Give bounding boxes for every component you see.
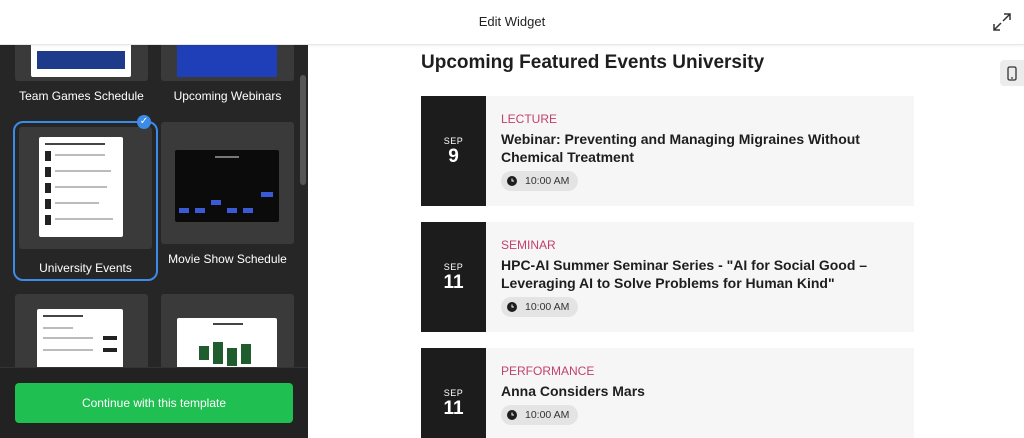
event-card[interactable]: SEP 11 PERFORMANCE Anna Considers Mars 1… — [421, 348, 914, 438]
template-tile-movie-show[interactable]: Movie Show Schedule — [161, 122, 294, 266]
event-time: 10:00 AM — [501, 405, 578, 425]
panel-footer: Continue with this template — [0, 367, 308, 438]
page-title: Edit Widget — [478, 14, 546, 29]
event-month: SEP — [443, 388, 464, 398]
template-label: Team Games Schedule — [19, 89, 144, 103]
template-tile-university-events[interactable]: University Events — [13, 121, 158, 281]
mobile-device-icon — [1007, 66, 1017, 81]
mobile-device-button[interactable] — [1000, 60, 1024, 86]
template-thumbnail — [161, 122, 294, 244]
event-month: SEP — [443, 262, 464, 272]
template-label: Upcoming Webinars — [173, 89, 282, 103]
template-thumbnail — [15, 45, 148, 81]
event-category: SEMINAR — [501, 238, 556, 252]
event-date: SEP 11 — [421, 222, 486, 332]
panel-scrollbar[interactable] — [300, 75, 306, 185]
widget-title: Upcoming Featured Events University — [421, 52, 765, 73]
continue-button[interactable]: Continue with this template — [15, 383, 293, 423]
event-day: 11 — [443, 272, 464, 293]
template-panel: Team Games Schedule Upcoming Webinars Un… — [0, 45, 308, 438]
event-card[interactable]: SEP 9 LECTURE Webinar: Preventing and Ma… — [421, 96, 914, 206]
event-category: LECTURE — [501, 112, 558, 126]
event-day: 9 — [448, 146, 459, 167]
template-thumbnail — [19, 127, 152, 249]
event-time: 10:00 AM — [501, 171, 578, 191]
event-title[interactable]: Webinar: Preventing and Managing Migrain… — [501, 130, 901, 166]
header-bar: Edit Widget — [0, 0, 1024, 45]
event-day: 11 — [443, 398, 464, 419]
template-label: University Events — [39, 261, 132, 275]
template-label: Movie Show Schedule — [168, 252, 287, 266]
check-icon: ✓ — [137, 115, 151, 129]
event-time-text: 10:00 AM — [525, 409, 570, 421]
template-tile-upcoming-webinars[interactable]: Upcoming Webinars — [161, 45, 294, 103]
event-card[interactable]: SEP 11 SEMINAR HPC-AI Summer Seminar Ser… — [421, 222, 914, 332]
event-time: 10:00 AM — [501, 297, 578, 317]
event-title[interactable]: HPC-AI Summer Seminar Series - "AI for S… — [501, 256, 901, 292]
event-time-text: 10:00 AM — [525, 175, 570, 187]
clock-icon — [507, 302, 517, 312]
event-time-text: 10:00 AM — [525, 301, 570, 313]
expand-icon[interactable] — [992, 12, 1012, 32]
template-tile-team-games[interactable]: Team Games Schedule — [15, 45, 148, 103]
event-date: SEP 11 — [421, 348, 486, 438]
event-category: PERFORMANCE — [501, 364, 595, 378]
clock-icon — [507, 410, 517, 420]
widget-preview: Upcoming Featured Events University SEP … — [308, 45, 1024, 438]
clock-icon — [507, 176, 517, 186]
template-thumbnail — [161, 45, 294, 81]
event-month: SEP — [443, 136, 464, 146]
event-title[interactable]: Anna Considers Mars — [501, 382, 901, 400]
event-date: SEP 9 — [421, 96, 486, 206]
